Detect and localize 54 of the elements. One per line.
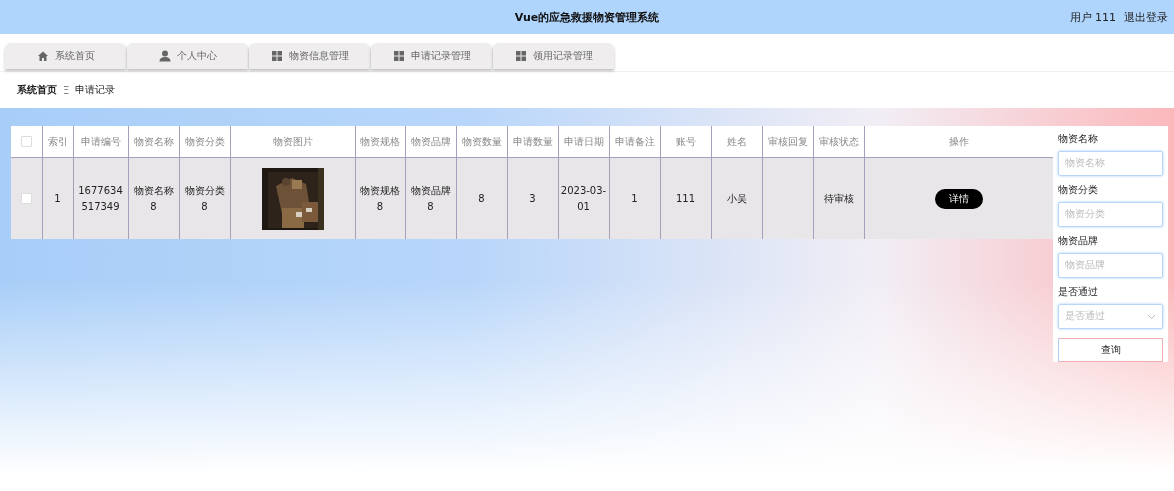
column-header: 物资分类 — [184, 135, 225, 147]
grid-icon — [514, 50, 527, 62]
column-header: 物资品牌 — [410, 135, 451, 147]
chevron-down-icon — [1147, 312, 1156, 320]
field-label: 物资名称 — [1058, 132, 1099, 146]
checkbox[interactable] — [20, 136, 32, 148]
grid-icon — [270, 50, 283, 62]
table-cell: 1677634517349 — [78, 184, 123, 212]
table-cell: 物资品牌8 — [410, 184, 451, 212]
column-header: 申请编号 — [80, 135, 121, 147]
nav-tab[interactable]: 个人中心 — [127, 43, 248, 69]
table-cell: 1 — [54, 192, 61, 204]
table-cell: 2023-03-01 — [560, 184, 607, 212]
column-header: 操作 — [948, 135, 969, 147]
nav-tab[interactable]: 领用记录管理 — [493, 43, 614, 69]
column-header: 物资数量 — [461, 135, 502, 147]
column-header: 申请日期 — [563, 135, 604, 147]
field-label: 是否通过 — [1058, 284, 1099, 299]
grid-icon — [392, 50, 405, 62]
column-header: 物资名称 — [133, 135, 174, 147]
table-cell: 小吴 — [726, 192, 747, 204]
table-cell: 物资规格8 — [360, 184, 400, 212]
table-cell: 物资名称8 — [133, 184, 174, 212]
column-header: 物资图片 — [272, 135, 313, 147]
breadcrumb-separator: Ξ — [63, 84, 70, 96]
column-header: 物资规格 — [360, 135, 400, 147]
home-icon — [36, 50, 49, 62]
column-header: 审核回复 — [767, 135, 808, 147]
person-icon — [158, 50, 171, 62]
table-cell: 物资分类8 — [184, 184, 225, 212]
field-label: 物资品牌 — [1058, 233, 1099, 248]
table-cell: 111 — [675, 192, 696, 204]
user-label: 用户 111 — [1069, 9, 1116, 25]
column-header: 索引 — [47, 135, 68, 147]
column-header: 申请数量 — [512, 135, 553, 147]
checkbox[interactable] — [20, 193, 32, 204]
breadcrumb-item[interactable]: 系统首页 — [17, 83, 57, 97]
nav-tab[interactable]: 申请记录管理 — [371, 43, 492, 69]
column-header: 姓名 — [726, 135, 747, 147]
table-cell: 1 — [631, 192, 638, 204]
logout-link[interactable]: 退出登录 — [1124, 9, 1168, 25]
table-cell: 8 — [478, 192, 485, 204]
column-header: 审核状态 — [818, 135, 859, 147]
nav-tab[interactable]: 物资信息管理 — [249, 43, 370, 69]
column-header: 申请备注 — [614, 135, 655, 147]
nav-tab[interactable]: 系统首页 — [5, 43, 126, 69]
details-button[interactable]: 详情 — [934, 188, 983, 209]
breadcrumb-item: 申请记录 — [75, 83, 116, 97]
table-cell: 3 — [529, 192, 536, 204]
table-cell: 待审核 — [823, 192, 854, 204]
app-title: Vue的应急救援物资管理系统 — [514, 10, 660, 24]
column-header: 账号 — [675, 135, 696, 147]
field-label: 物资分类 — [1058, 182, 1099, 197]
search-button[interactable]: 查询 — [1058, 337, 1163, 362]
